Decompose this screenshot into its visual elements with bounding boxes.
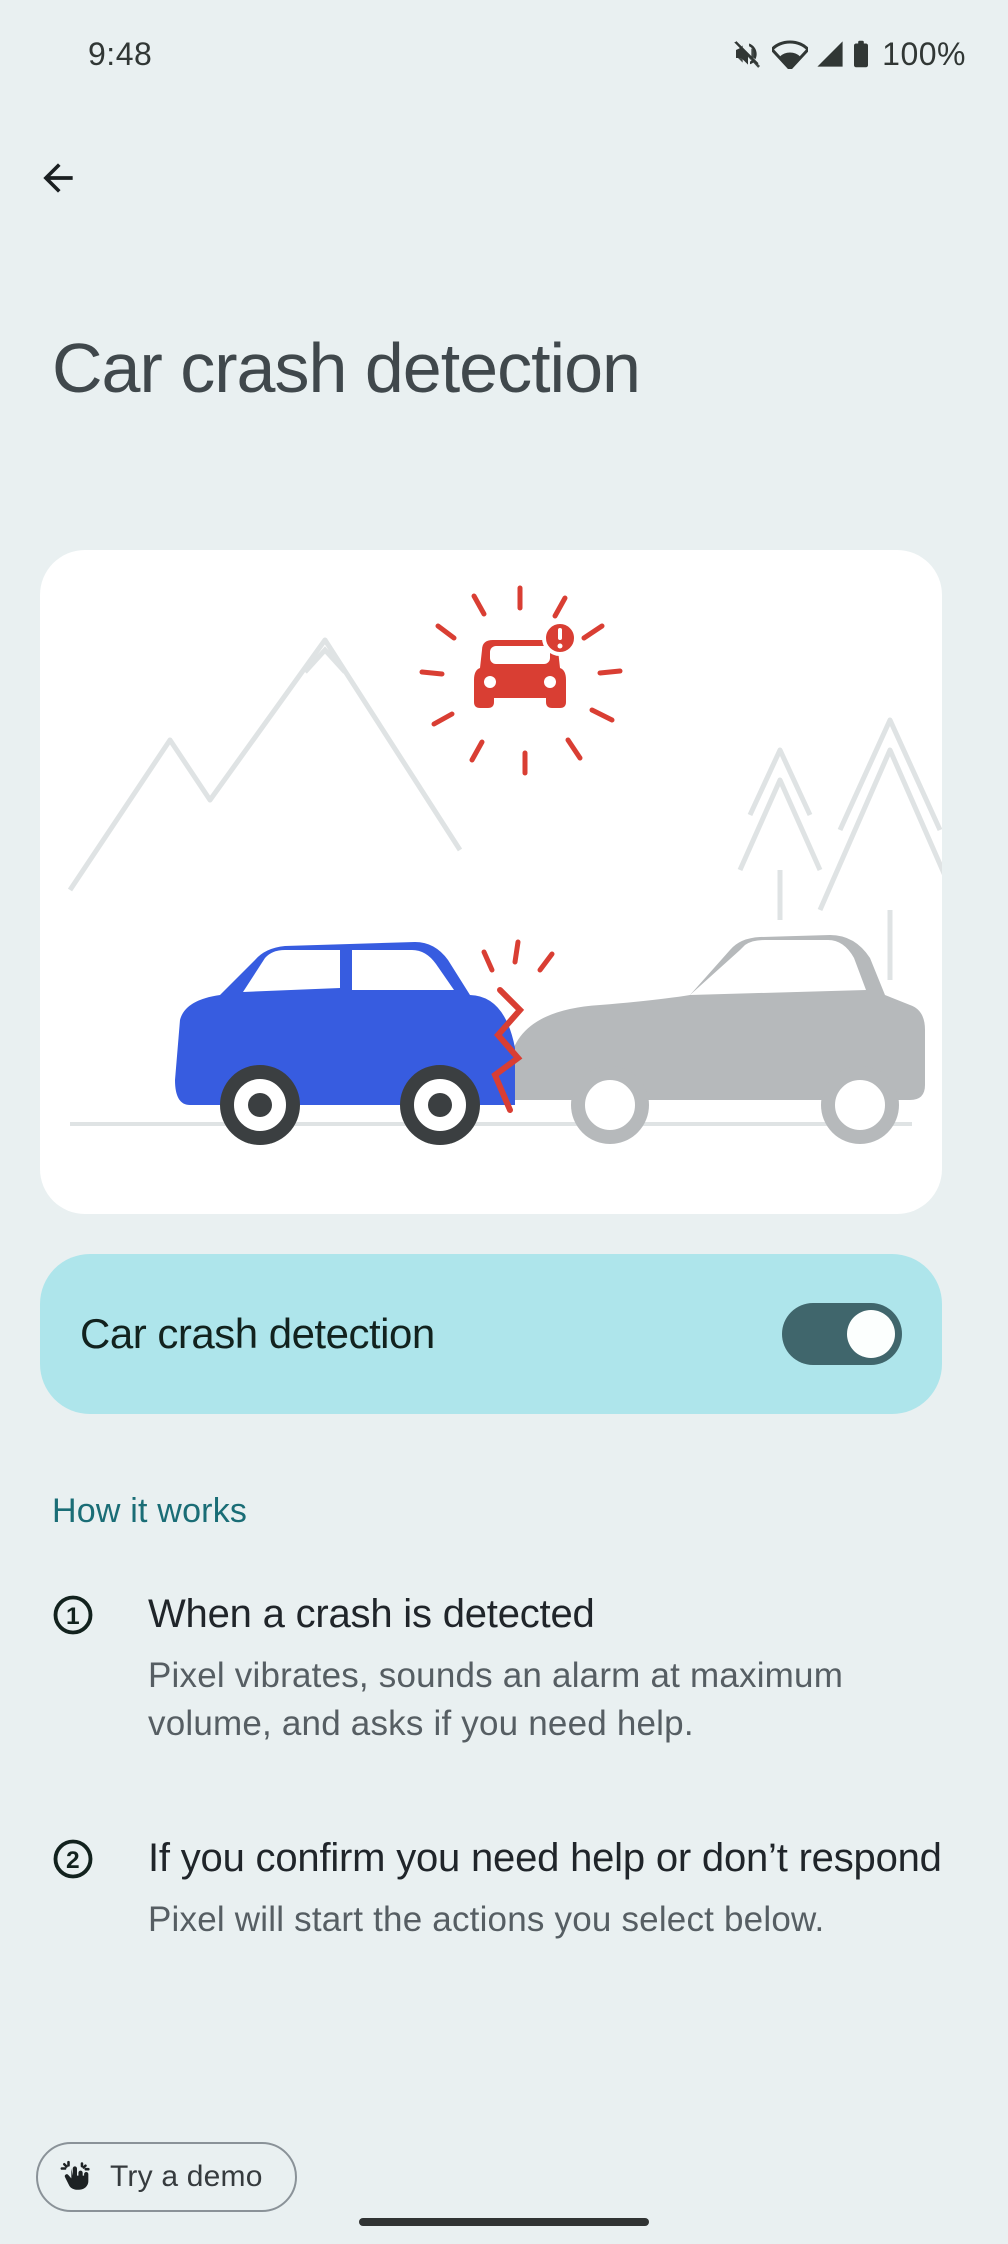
svg-text:1: 1: [66, 1603, 80, 1630]
step-one-desc: Pixel vibrates, sounds an alarm at maxim…: [148, 1652, 956, 1749]
page-title: Car crash detection: [52, 328, 640, 408]
status-bar: 9:48 100%: [0, 0, 1008, 80]
step-one-badge-icon: 1: [52, 1594, 94, 1749]
signal-icon: [816, 40, 844, 68]
toggle-switch[interactable]: [782, 1303, 902, 1365]
status-time: 9:48: [88, 36, 152, 73]
gesture-nav-handle[interactable]: [359, 2218, 649, 2226]
step-one: 1 When a crash is detected Pixel vibrate…: [52, 1588, 956, 1749]
step-two-desc: Pixel will start the actions you select …: [148, 1896, 956, 1944]
tap-demo-icon: [60, 2160, 94, 2194]
master-toggle-label: Car crash detection: [80, 1310, 435, 1358]
back-button[interactable]: [36, 156, 80, 205]
battery-text: 100%: [882, 36, 966, 73]
wifi-icon: [772, 39, 808, 69]
svg-text:2: 2: [66, 1847, 80, 1874]
step-one-title: When a crash is detected: [148, 1588, 956, 1640]
status-icons-group: 100%: [732, 36, 966, 73]
toggle-knob: [847, 1310, 895, 1358]
step-two-title: If you confirm you need help or don’t re…: [148, 1832, 956, 1884]
master-toggle-card[interactable]: Car crash detection: [40, 1254, 942, 1414]
try-demo-label: Try a demo: [110, 2160, 263, 2194]
silent-icon: [732, 38, 764, 70]
how-it-works-heading: How it works: [52, 1492, 247, 1531]
step-two-badge-icon: 2: [52, 1838, 94, 1944]
illustration-card: [40, 550, 942, 1214]
arrow-back-icon: [36, 156, 80, 200]
battery-icon: [852, 40, 870, 68]
crash-illustration: [40, 550, 942, 1214]
step-two: 2 If you confirm you need help or don’t …: [52, 1832, 956, 1944]
try-demo-button[interactable]: Try a demo: [36, 2142, 297, 2212]
